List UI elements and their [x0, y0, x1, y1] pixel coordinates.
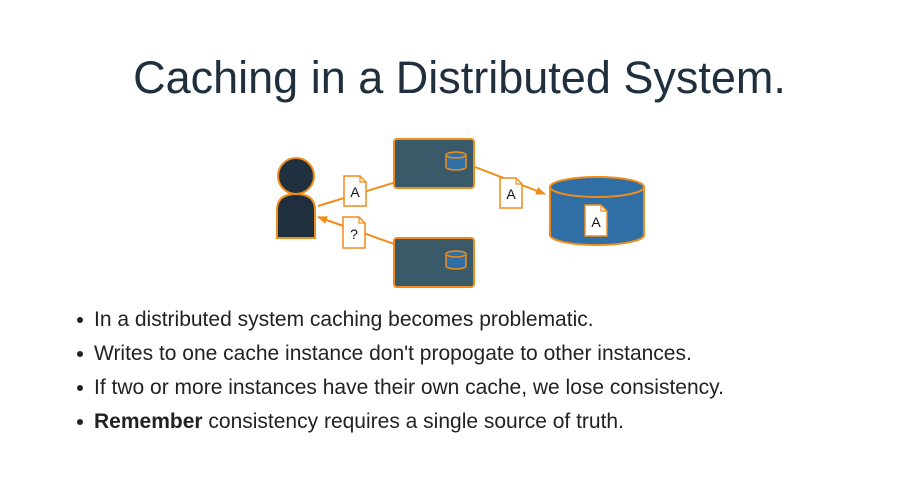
bullet-dot-icon	[77, 351, 83, 357]
bullet-dot-icon	[77, 419, 83, 425]
bullet-item: In a distributed system caching becomes …	[74, 303, 724, 337]
user-icon	[276, 157, 316, 239]
bullet-item: Remember consistency requires a single s…	[74, 405, 724, 439]
bottom-cache-instance	[393, 237, 475, 288]
document-icon-bottom-left: ?	[342, 216, 366, 249]
document-label-middle: A	[506, 186, 516, 202]
bottom-cache-icon	[445, 250, 467, 270]
top-cache-instance	[393, 138, 475, 189]
bullet-emphasis: Remember	[94, 410, 203, 433]
bullet-text: consistency requires a single source of …	[202, 410, 624, 433]
bullet-text: In a distributed system caching becomes …	[94, 308, 594, 331]
document-icon-middle: A	[499, 177, 523, 209]
bullet-dot-icon	[77, 317, 83, 323]
document-label-database: A	[591, 214, 601, 230]
slide: Caching in a Distributed System. A ? A A…	[0, 0, 919, 495]
bullet-item: If two or more instances have their own …	[74, 371, 724, 405]
bullet-text: If two or more instances have their own …	[94, 376, 724, 399]
document-icon-top-left: A	[343, 175, 367, 207]
document-label-bottom-left: ?	[350, 226, 358, 242]
top-cache-icon	[445, 151, 467, 171]
document-icon-database: A	[584, 204, 608, 237]
document-label-top-left: A	[350, 184, 360, 200]
bullet-item: Writes to one cache instance don't propo…	[74, 337, 724, 371]
bullet-list: In a distributed system caching becomes …	[74, 303, 724, 439]
bullet-text: Writes to one cache instance don't propo…	[94, 342, 692, 365]
bullet-dot-icon	[77, 385, 83, 391]
